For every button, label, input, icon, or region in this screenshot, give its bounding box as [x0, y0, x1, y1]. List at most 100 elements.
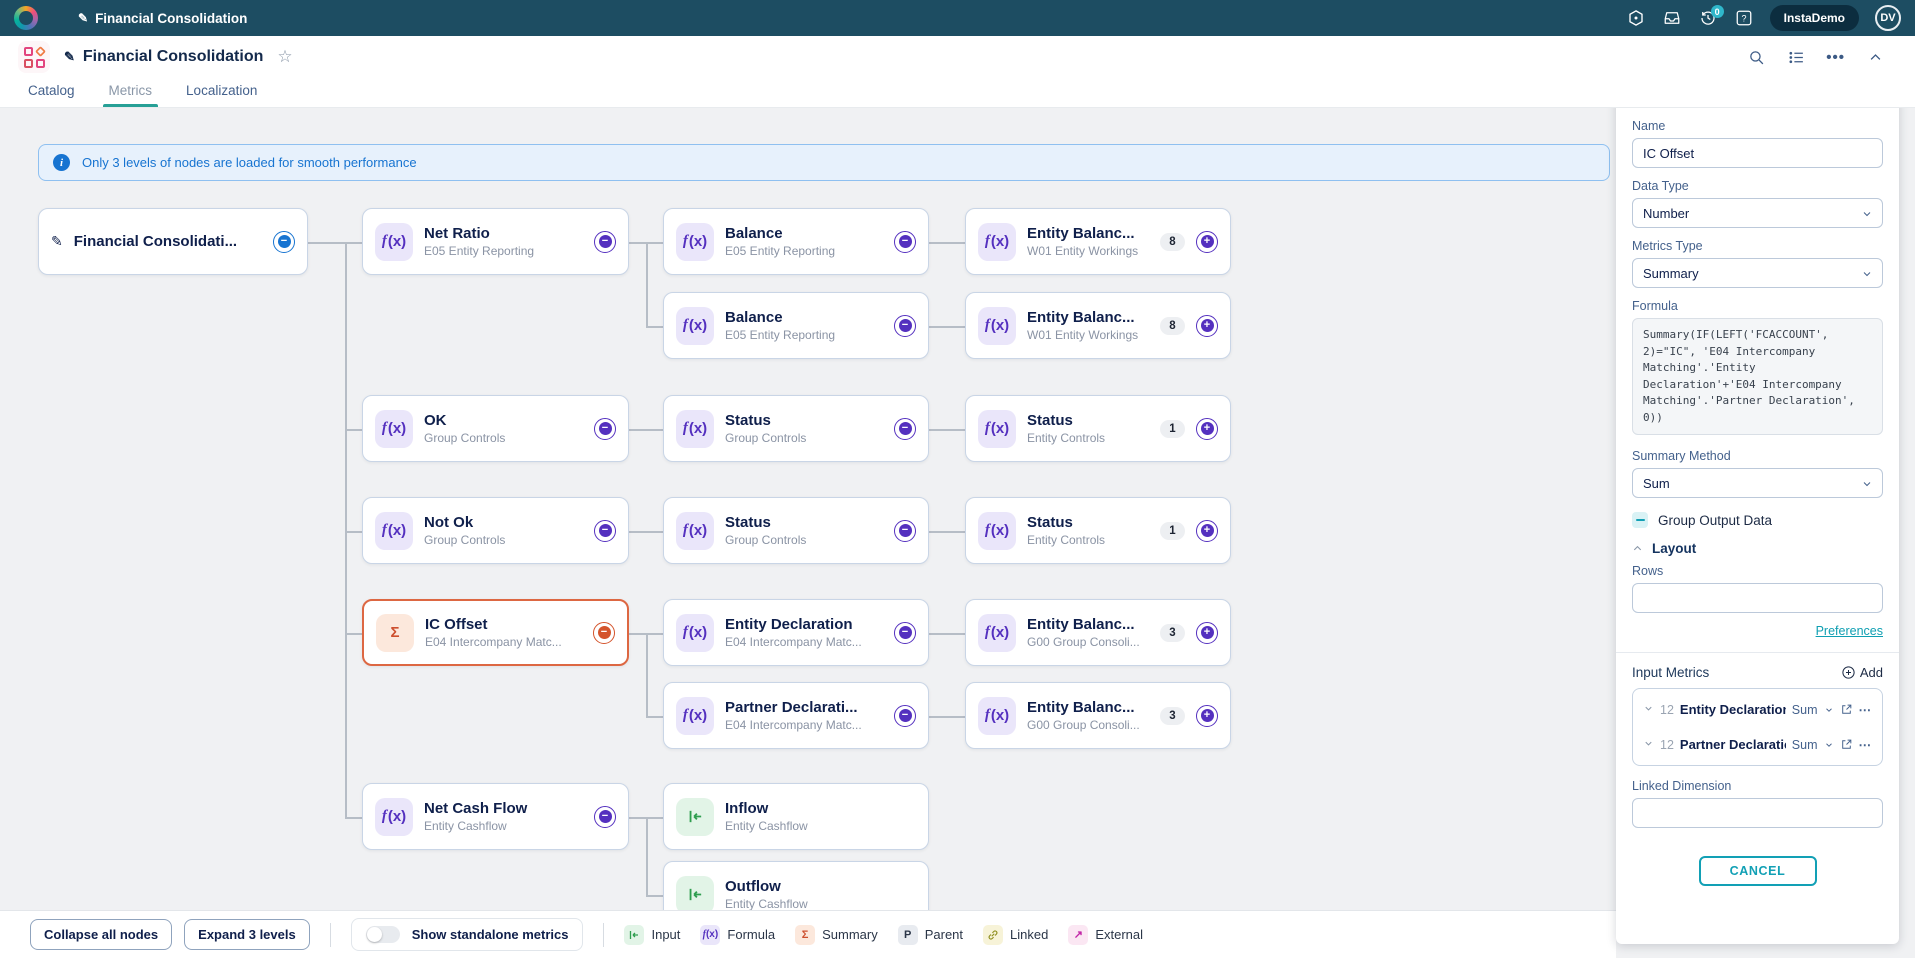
- row-more-options-icon[interactable]: ⋯: [1859, 737, 1873, 752]
- node-collapse-button[interactable]: −: [894, 622, 916, 644]
- tree-node-balance[interactable]: f(x) Balance E05 Entity Reporting−: [663, 292, 929, 359]
- node-collapse-button[interactable]: −: [894, 705, 916, 727]
- tree-connector: [345, 531, 362, 533]
- legend-parent: P Parent: [898, 925, 963, 945]
- tree-node-net-ratio[interactable]: f(x) Net Ratio E05 Entity Reporting−: [362, 208, 629, 275]
- input-metric-name: Entity Declaration: [1680, 702, 1786, 717]
- tree-node-inflow[interactable]: Inflow Entity Cashflow: [663, 783, 929, 850]
- info-banner: i Only 3 levels of nodes are loaded for …: [38, 144, 1610, 181]
- show-standalone-metrics-toggle[interactable]: Show standalone metrics: [351, 918, 584, 951]
- tab-localization[interactable]: Localization: [186, 83, 257, 107]
- node-collapse-button[interactable]: −: [594, 231, 616, 253]
- node-expand-button[interactable]: +: [1196, 705, 1218, 727]
- toggle-switch[interactable]: [366, 926, 400, 943]
- node-collapse-button[interactable]: −: [594, 520, 616, 542]
- divider: [603, 923, 604, 947]
- search-icon[interactable]: [1746, 47, 1766, 67]
- node-title: Net Ratio: [424, 225, 583, 242]
- tree-node-status[interactable]: f(x) Status Group Controls−: [663, 497, 929, 564]
- tree-node-entity-balanc[interactable]: f(x) Entity Balanc... G00 Group Consoli.…: [965, 682, 1231, 749]
- tree-node-entity-balanc[interactable]: f(x) Entity Balanc... G00 Group Consoli.…: [965, 599, 1231, 666]
- data-type-label: Data Type: [1632, 179, 1883, 193]
- tree-node-entity-balanc[interactable]: f(x) Entity Balanc... W01 Entity Working…: [965, 292, 1231, 359]
- group-output-data-checkbox[interactable]: [1632, 512, 1648, 528]
- tree-node-balance[interactable]: f(x) Balance E05 Entity Reporting−: [663, 208, 929, 275]
- collapse-all-nodes-button[interactable]: Collapse all nodes: [30, 919, 172, 950]
- node-subtitle: E04 Intercompany Matc...: [725, 718, 883, 732]
- node-collapse-button[interactable]: −: [594, 418, 616, 440]
- tree-node-ok[interactable]: f(x) OK Group Controls−: [362, 395, 629, 462]
- tree-node-entity-balanc[interactable]: f(x) Entity Balanc... W01 Entity Working…: [965, 208, 1231, 275]
- tree-connector: [646, 242, 648, 326]
- node-collapse-button[interactable]: −: [894, 231, 916, 253]
- input-metric-row[interactable]: 12 Partner Declaration Sum ⋯: [1643, 727, 1872, 762]
- node-collapse-button[interactable]: −: [894, 520, 916, 542]
- cancel-button[interactable]: CANCEL: [1699, 856, 1817, 886]
- preferences-link[interactable]: Preferences: [1816, 624, 1883, 638]
- summary-method-select[interactable]: [1632, 468, 1883, 498]
- tab-metrics[interactable]: Metrics: [109, 83, 153, 107]
- open-external-icon[interactable]: [1840, 703, 1853, 716]
- node-expand-button[interactable]: +: [1196, 418, 1218, 440]
- tree-connector: [629, 531, 663, 533]
- formula-value[interactable]: Summary(IF(LEFT('FCACCOUNT', 2)="IC", 'E…: [1632, 318, 1883, 435]
- linked-dimension-input[interactable]: [1632, 798, 1883, 828]
- node-title: Entity Balanc...: [1027, 699, 1149, 716]
- list-view-icon[interactable]: [1786, 47, 1806, 67]
- tree-node-entity-declaration[interactable]: f(x) Entity Declaration E04 Intercompany…: [663, 599, 929, 666]
- instademo-button[interactable]: InstaDemo: [1770, 5, 1859, 31]
- tree-connector: [646, 817, 648, 895]
- inbox-icon[interactable]: [1662, 8, 1682, 28]
- tree-node-ic-offset[interactable]: Σ IC Offset E04 Intercompany Matc...−: [362, 599, 629, 666]
- node-expand-button[interactable]: +: [1196, 622, 1218, 644]
- node-subtitle: E05 Entity Reporting: [424, 244, 583, 258]
- tree-connector: [646, 633, 663, 635]
- tree-node-partner-declarati[interactable]: f(x) Partner Declarati... E04 Intercompa…: [663, 682, 929, 749]
- page-title: ✎ Financial Consolidation: [64, 48, 263, 66]
- tree-node-net-cash-flow[interactable]: f(x) Net Cash Flow Entity Cashflow−: [362, 783, 629, 850]
- node-collapse-button[interactable]: −: [894, 315, 916, 337]
- expand-3-levels-button[interactable]: Expand 3 levels: [184, 919, 310, 950]
- metric-method[interactable]: Sum: [1792, 738, 1818, 752]
- chevron-down-icon[interactable]: [1643, 736, 1654, 754]
- chevron-up-icon[interactable]: [1865, 47, 1885, 67]
- data-type-select[interactable]: [1632, 198, 1883, 228]
- svg-text:?: ?: [1741, 13, 1746, 23]
- layout-section-header[interactable]: Layout: [1632, 541, 1883, 556]
- name-input[interactable]: [1632, 138, 1883, 168]
- input-metric-row[interactable]: 12 Entity Declaration Sum ⋯: [1643, 692, 1872, 727]
- node-expand-button[interactable]: +: [1196, 315, 1218, 337]
- node-title: Status: [1027, 412, 1149, 429]
- node-collapse-button[interactable]: −: [894, 418, 916, 440]
- node-subtitle: Group Controls: [424, 431, 583, 445]
- app-grid-icon[interactable]: [18, 41, 50, 73]
- node-collapse-button[interactable]: −: [273, 231, 295, 253]
- tab-catalog[interactable]: Catalog: [28, 83, 75, 107]
- node-subtitle: Entity Cashflow: [725, 819, 916, 833]
- row-more-options-icon[interactable]: ⋯: [1859, 702, 1873, 717]
- favorite-star-icon[interactable]: ☆: [277, 47, 292, 67]
- tree-node-financial-consolidati[interactable]: ✎ Financial Consolidati...−: [38, 208, 308, 275]
- node-expand-button[interactable]: +: [1196, 520, 1218, 542]
- rows-input[interactable]: [1632, 583, 1883, 613]
- history-clock-icon[interactable]: 0: [1698, 8, 1718, 28]
- node-collapse-button[interactable]: −: [593, 622, 615, 644]
- node-collapse-button[interactable]: −: [594, 806, 616, 828]
- help-icon[interactable]: ?: [1734, 8, 1754, 28]
- tree-node-status[interactable]: f(x) Status Entity Controls1+: [965, 395, 1231, 462]
- settings-hexagon-icon[interactable]: [1626, 8, 1646, 28]
- tree-node-status[interactable]: f(x) Status Group Controls−: [663, 395, 929, 462]
- more-options-icon[interactable]: •••: [1826, 49, 1845, 66]
- company-logo-icon[interactable]: [14, 6, 38, 30]
- metric-method[interactable]: Sum: [1792, 703, 1818, 717]
- add-input-metric-button[interactable]: Add: [1841, 665, 1883, 680]
- user-avatar[interactable]: DV: [1875, 5, 1901, 31]
- tree-connector: [646, 326, 663, 328]
- tree-node-not-ok[interactable]: f(x) Not Ok Group Controls−: [362, 497, 629, 564]
- metrics-type-select[interactable]: [1632, 258, 1883, 288]
- node-count-badge: 3: [1160, 624, 1185, 642]
- open-external-icon[interactable]: [1840, 738, 1853, 751]
- chevron-down-icon[interactable]: [1643, 701, 1654, 719]
- node-expand-button[interactable]: +: [1196, 231, 1218, 253]
- tree-node-status[interactable]: f(x) Status Entity Controls1+: [965, 497, 1231, 564]
